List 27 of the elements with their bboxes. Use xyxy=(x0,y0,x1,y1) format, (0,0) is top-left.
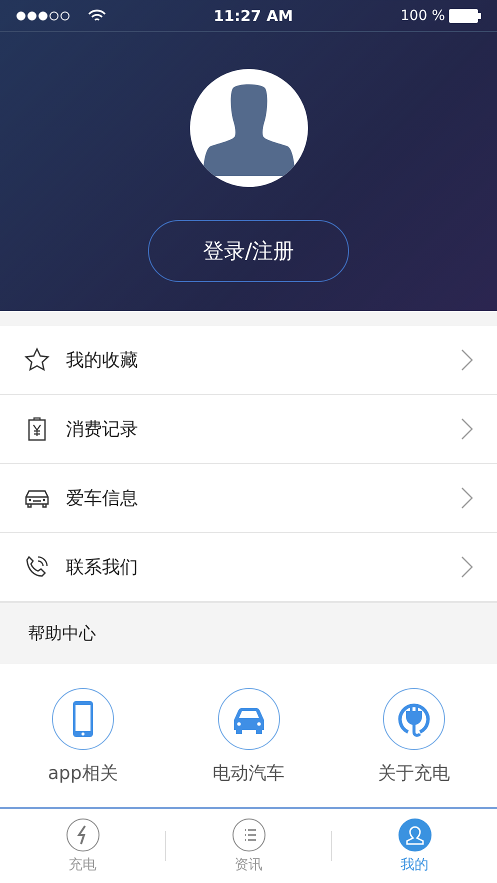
chevron-right-icon xyxy=(461,349,473,371)
login-register-button[interactable]: 登录/注册 xyxy=(148,220,349,282)
menu-row[interactable]: 爱车信息 xyxy=(0,464,497,533)
battery-icon xyxy=(449,8,481,22)
chevron-right-icon xyxy=(461,487,473,509)
chevron-right-icon xyxy=(461,418,473,440)
lightning-icon xyxy=(66,818,100,852)
battery-percent: 100 % xyxy=(400,8,445,24)
wifi-icon xyxy=(88,8,106,22)
smartphone-icon xyxy=(50,686,115,750)
menu-row[interactable]: 我的收藏 xyxy=(0,326,497,395)
car-icon xyxy=(216,686,280,750)
list-icon xyxy=(232,818,266,852)
menu-label: 爱车信息 xyxy=(66,487,139,510)
chevron-right-icon xyxy=(461,556,473,578)
menu-row[interactable]: 消费记录 xyxy=(0,395,497,464)
help-item[interactable]: app相关 xyxy=(0,686,166,784)
menu-label: 联系我们 xyxy=(66,556,139,579)
user-icon xyxy=(398,818,432,852)
menu-label: 我的收藏 xyxy=(66,349,139,372)
star-icon xyxy=(24,347,50,373)
help-item[interactable]: 电动汽车 xyxy=(166,686,332,784)
status-time: 11:27 AM xyxy=(212,6,294,24)
help-item[interactable]: 关于充电 xyxy=(331,686,497,784)
plug-icon xyxy=(382,686,446,750)
section-title: 帮助中心 xyxy=(28,623,96,645)
menu-label: 消费记录 xyxy=(66,418,139,441)
